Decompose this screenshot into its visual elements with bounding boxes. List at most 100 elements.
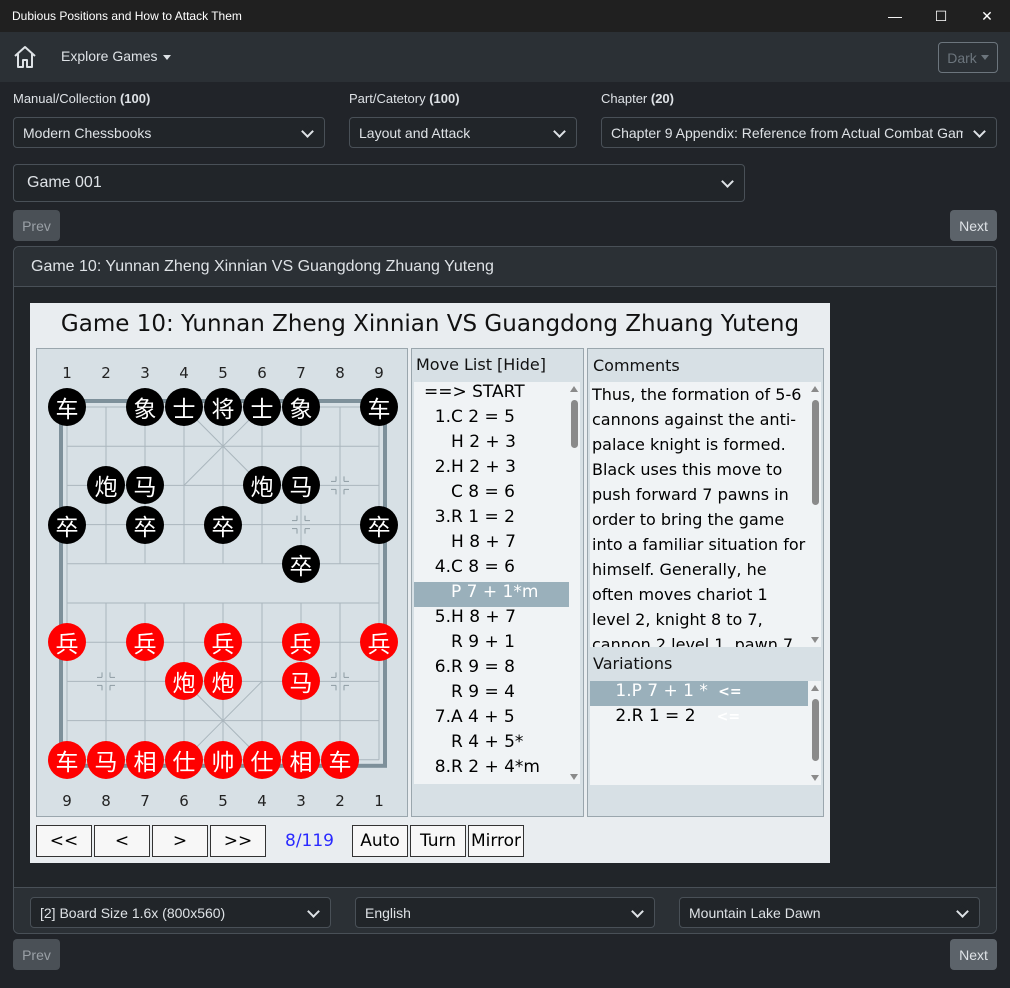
window-titlebar: Dubious Positions and How to Attack Them… <box>0 0 1010 32</box>
move-list-item[interactable]: C 8 = 6 <box>414 482 569 507</box>
red-piece[interactable]: 兵 <box>282 623 320 662</box>
red-piece[interactable]: 兵 <box>48 623 86 662</box>
variation-item[interactable]: 2.R 1 = 2 <= <box>590 706 808 731</box>
red-piece[interactable]: 兵 <box>204 623 242 662</box>
board-size-select[interactable]: [2] Board Size 1.6x (800x560) <box>30 897 331 928</box>
black-piece[interactable]: 士 <box>243 388 281 426</box>
red-piece[interactable]: 帅 <box>204 740 242 779</box>
variations-scrollbar[interactable] <box>810 681 821 785</box>
move-list-item[interactable]: R 9 + 1 <box>414 632 569 657</box>
move-list-item[interactable]: 6.R 9 = 8 <box>414 657 569 682</box>
variations-list: 1.P 7 + 1 * <= 2.R 1 = 2 <= <box>590 681 810 785</box>
red-piece[interactable]: 兵 <box>126 623 164 662</box>
file-label-bottom: 4 <box>257 792 267 810</box>
move-list-item[interactable]: 5.H 8 + 7 <box>414 607 569 632</box>
black-piece[interactable]: 车 <box>48 388 86 426</box>
scroll-up-icon[interactable] <box>811 386 819 392</box>
next-button-bottom[interactable]: Next <box>950 939 997 970</box>
chevron-down-icon <box>553 125 566 138</box>
home-icon[interactable] <box>12 44 38 70</box>
scroll-down-icon[interactable] <box>811 775 819 781</box>
last-move-button[interactable]: >> <box>210 825 266 857</box>
next-move-button[interactable]: > <box>152 825 208 857</box>
close-button[interactable]: ✕ <box>964 0 1010 32</box>
file-label-top: 9 <box>374 364 384 382</box>
move-list-item[interactable]: 4.C 8 = 6 <box>414 557 569 582</box>
red-piece[interactable]: 兵 <box>360 623 398 662</box>
black-piece[interactable]: 象 <box>282 388 320 426</box>
navbar: Explore Games Dark <box>0 32 1010 82</box>
red-piece[interactable]: 车 <box>48 740 86 779</box>
board-theme-select[interactable]: Mountain Lake Dawn <box>679 897 980 928</box>
manual-label: Manual/Collection (100) <box>13 91 151 106</box>
move-list-item[interactable]: 3.R 1 = 2 <box>414 507 569 532</box>
black-piece[interactable]: 卒 <box>126 505 164 544</box>
black-piece[interactable]: 卒 <box>282 544 320 583</box>
scroll-up-icon[interactable] <box>811 685 819 691</box>
move-list-item[interactable]: H 8 + 7 <box>414 532 569 557</box>
next-button-top[interactable]: Next <box>950 210 997 241</box>
move-list-item[interactable]: H 2 + 3 <box>414 432 569 457</box>
language-select[interactable]: English <box>355 897 655 928</box>
scroll-down-icon[interactable] <box>570 774 578 780</box>
maximize-button[interactable]: ☐ <box>918 0 964 32</box>
mirror-board-button[interactable]: Mirror <box>468 825 524 857</box>
move-list-scrollbar[interactable] <box>569 382 580 784</box>
game-viewer: Game 10: Yunnan Zheng Xinnian VS Guangdo… <box>30 303 830 863</box>
theme-dropdown-button[interactable]: Dark <box>938 42 998 73</box>
file-label-bottom: 5 <box>218 792 228 810</box>
move-list-item[interactable]: 1.C 2 = 5 <box>414 407 569 432</box>
prev-button-top[interactable]: Prev <box>13 210 60 241</box>
red-piece[interactable]: 仕 <box>243 740 281 779</box>
file-label-top: 3 <box>140 364 150 382</box>
first-move-button[interactable]: << <box>36 825 92 857</box>
move-list-item[interactable]: 7.A 4 + 5 <box>414 707 569 732</box>
black-piece[interactable]: 车 <box>360 388 398 426</box>
move-list-header[interactable]: Move List [Hide] <box>416 355 546 374</box>
black-piece[interactable]: 将 <box>204 388 242 426</box>
black-piece[interactable]: 士 <box>165 388 203 426</box>
black-piece[interactable]: 卒 <box>48 505 86 544</box>
move-list-item[interactable]: P 7 + 1*m <box>414 582 569 607</box>
manual-select[interactable]: Modern Chessbooks <box>13 117 325 148</box>
move-list-item[interactable]: 8.R 2 + 4*m <box>414 757 569 782</box>
black-piece[interactable]: 卒 <box>360 505 398 544</box>
chapter-select[interactable]: Chapter 9 Appendix: Reference from Actua… <box>601 117 997 148</box>
red-piece[interactable]: 相 <box>126 740 164 779</box>
move-list-item[interactable]: ==> START <box>414 382 569 407</box>
file-label-bottom: 9 <box>62 792 72 810</box>
move-list-item[interactable]: R 9 = 4 <box>414 682 569 707</box>
variation-arrow: <= <box>711 709 741 725</box>
prev-button-bottom[interactable]: Prev <box>13 939 60 970</box>
red-piece[interactable]: 相 <box>282 740 320 779</box>
minimize-button[interactable]: — <box>872 0 918 32</box>
file-label-top: 8 <box>335 364 345 382</box>
turn-board-button[interactable]: Turn <box>410 825 466 857</box>
part-select[interactable]: Layout and Attack <box>349 117 577 148</box>
red-piece[interactable]: 车 <box>321 740 359 779</box>
scroll-thumb[interactable] <box>812 400 819 505</box>
variation-item[interactable]: 1.P 7 + 1 * <= <box>590 681 808 706</box>
file-label-bottom: 6 <box>179 792 189 810</box>
scroll-thumb[interactable] <box>812 699 819 761</box>
scroll-thumb[interactable] <box>571 400 578 448</box>
chess-board[interactable]: 123456789987654321 车象士将士象车炮马炮马卒卒卒卒卒兵兵兵兵兵… <box>36 348 408 817</box>
red-piece[interactable]: 马 <box>87 740 125 779</box>
scroll-down-icon[interactable] <box>811 637 819 643</box>
explore-games-menu[interactable]: Explore Games <box>61 48 172 64</box>
scroll-up-icon[interactable] <box>570 386 578 392</box>
black-piece[interactable]: 卒 <box>204 505 242 544</box>
black-piece[interactable]: 象 <box>126 388 164 426</box>
game-select[interactable]: Game 001 <box>13 164 745 202</box>
red-piece[interactable]: 仕 <box>165 740 203 779</box>
move-list-item[interactable]: R 4 + 5* <box>414 732 569 757</box>
comments-text: Thus, the formation of 5-6 cannons again… <box>590 382 810 647</box>
prev-move-button[interactable]: < <box>94 825 150 857</box>
comments-scrollbar[interactable] <box>810 382 821 647</box>
comments-panel: Comments Thus, the formation of 5-6 cann… <box>587 348 824 817</box>
move-list-item[interactable]: 2.H 2 + 3 <box>414 457 569 482</box>
theme-label: Dark <box>947 49 977 66</box>
auto-play-button[interactable]: Auto <box>352 825 408 857</box>
chevron-down-icon <box>301 125 314 138</box>
file-label-bottom: 7 <box>140 792 150 810</box>
